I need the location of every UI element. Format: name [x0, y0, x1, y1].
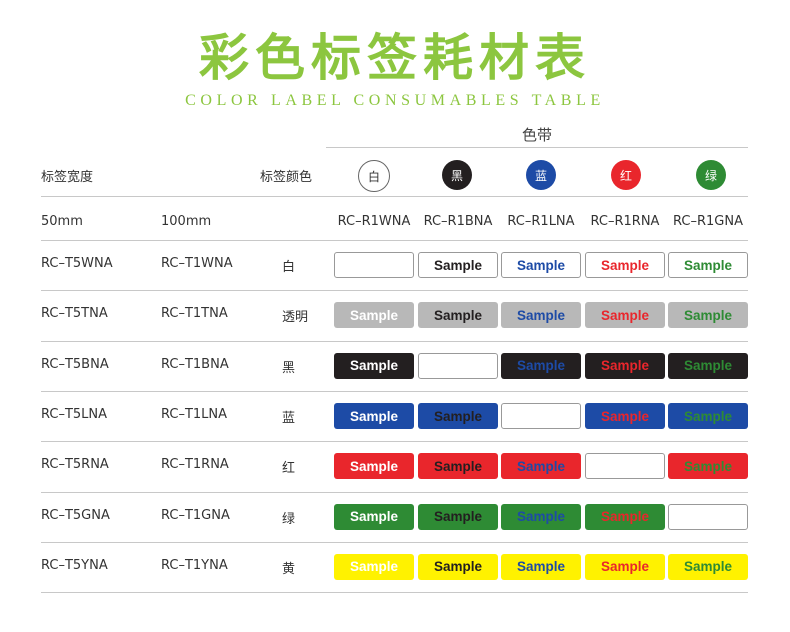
- sample-swatch: Sample: [668, 352, 748, 379]
- sample-swatch: Sample: [668, 553, 748, 580]
- row-color-name: 白: [282, 260, 296, 276]
- sample-swatch: [501, 403, 581, 430]
- ribbon-group-header: 色带: [521, 126, 552, 144]
- sample-swatch: Sample: [334, 453, 414, 480]
- ribbon-swatch-0: 白: [358, 160, 390, 192]
- ribbon-swatch-3: 红: [611, 160, 641, 190]
- sample-swatch: Sample: [418, 403, 498, 430]
- sample-swatch: Sample: [501, 453, 581, 480]
- row-divider: [41, 391, 748, 392]
- row-model-100mm: RC–T1BNA: [161, 356, 229, 372]
- sample-swatch: Sample: [501, 503, 581, 530]
- row-model-50mm: RC–T5BNA: [41, 356, 109, 372]
- sample-swatch: Sample: [668, 403, 748, 430]
- row-divider: [41, 240, 748, 241]
- row-divider: [41, 441, 748, 442]
- sample-swatch: Sample: [334, 503, 414, 530]
- row-model-100mm: RC–T1WNA: [161, 256, 233, 272]
- sample-swatch: Sample: [668, 453, 748, 480]
- row-model-50mm: RC–T5RNA: [41, 457, 109, 473]
- sample-swatch: Sample: [501, 252, 581, 279]
- row-model-100mm: RC–T1YNA: [161, 557, 228, 573]
- row-model-100mm: RC–T1LNA: [161, 407, 228, 423]
- row-color-name: 黑: [282, 360, 296, 376]
- sample-swatch: Sample: [334, 352, 414, 379]
- row-model-50mm: RC–T5YNA: [41, 557, 108, 573]
- sample-swatch: Sample: [418, 252, 498, 279]
- header-divider: [41, 196, 748, 197]
- sample-swatch: Sample: [585, 403, 665, 430]
- sample-swatch: Sample: [418, 453, 498, 480]
- width-50mm-header: 50mm: [41, 214, 83, 229]
- sample-swatch: Sample: [585, 553, 665, 580]
- sample-swatch: Sample: [668, 302, 748, 329]
- ribbon-model-3: RC–R1RNA: [590, 214, 660, 229]
- row-model-50mm: RC–T5GNA: [41, 507, 110, 523]
- sample-swatch: Sample: [418, 553, 498, 580]
- ribbon-swatch-4: 绿: [696, 160, 726, 190]
- sample-swatch: Sample: [585, 252, 665, 279]
- page-subtitle: COLOR LABEL CONSUMABLES TABLE: [185, 92, 605, 109]
- sample-swatch: [585, 453, 665, 480]
- row-divider: [41, 492, 748, 493]
- row-model-50mm: RC–T5LNA: [41, 407, 108, 423]
- ribbon-header-divider: [326, 147, 748, 148]
- sample-swatch: Sample: [501, 352, 581, 379]
- row-divider: [41, 341, 748, 342]
- row-model-100mm: RC–T1GNA: [161, 507, 230, 523]
- sample-swatch: Sample: [334, 553, 414, 580]
- ribbon-model-4: RC–R1GNA: [673, 214, 743, 229]
- sample-swatch: Sample: [334, 302, 414, 329]
- row-divider: [41, 542, 748, 543]
- row-model-100mm: RC–T1TNA: [161, 306, 228, 322]
- sample-swatch: Sample: [585, 302, 665, 329]
- row-divider: [41, 592, 748, 593]
- row-color-name: 蓝: [282, 411, 296, 427]
- sample-swatch: Sample: [418, 302, 498, 329]
- row-model-100mm: RC–T1RNA: [161, 457, 229, 473]
- row-color-name: 黄: [282, 561, 296, 577]
- row-divider: [41, 290, 748, 291]
- row-color-name: 红: [282, 461, 296, 477]
- row-model-50mm: RC–T5WNA: [41, 256, 113, 272]
- sample-swatch: [668, 503, 748, 530]
- sample-swatch: [418, 352, 498, 379]
- row-color-name: 透明: [282, 310, 309, 326]
- row-model-50mm: RC–T5TNA: [41, 306, 108, 322]
- sample-swatch: Sample: [501, 302, 581, 329]
- sample-swatch: Sample: [585, 352, 665, 379]
- width-100mm-header: 100mm: [161, 214, 212, 229]
- sample-swatch: Sample: [501, 553, 581, 580]
- ribbon-model-2: RC–R1LNA: [507, 214, 575, 229]
- ribbon-model-0: RC–R1WNA: [337, 214, 411, 229]
- sample-swatch: Sample: [668, 252, 748, 279]
- ribbon-swatch-1: 黑: [442, 160, 472, 190]
- sample-swatch: Sample: [585, 503, 665, 530]
- sample-swatch: Sample: [334, 403, 414, 430]
- page-title: 彩色标签耗材表: [199, 29, 591, 87]
- label-width-header: 标签宽度: [41, 170, 94, 185]
- ribbon-model-1: RC–R1BNA: [423, 214, 493, 229]
- ribbon-swatch-2: 蓝: [526, 160, 556, 190]
- sample-swatch: Sample: [418, 503, 498, 530]
- sample-swatch: [334, 252, 414, 279]
- label-color-header: 标签颜色: [260, 170, 313, 185]
- row-color-name: 绿: [282, 511, 296, 527]
